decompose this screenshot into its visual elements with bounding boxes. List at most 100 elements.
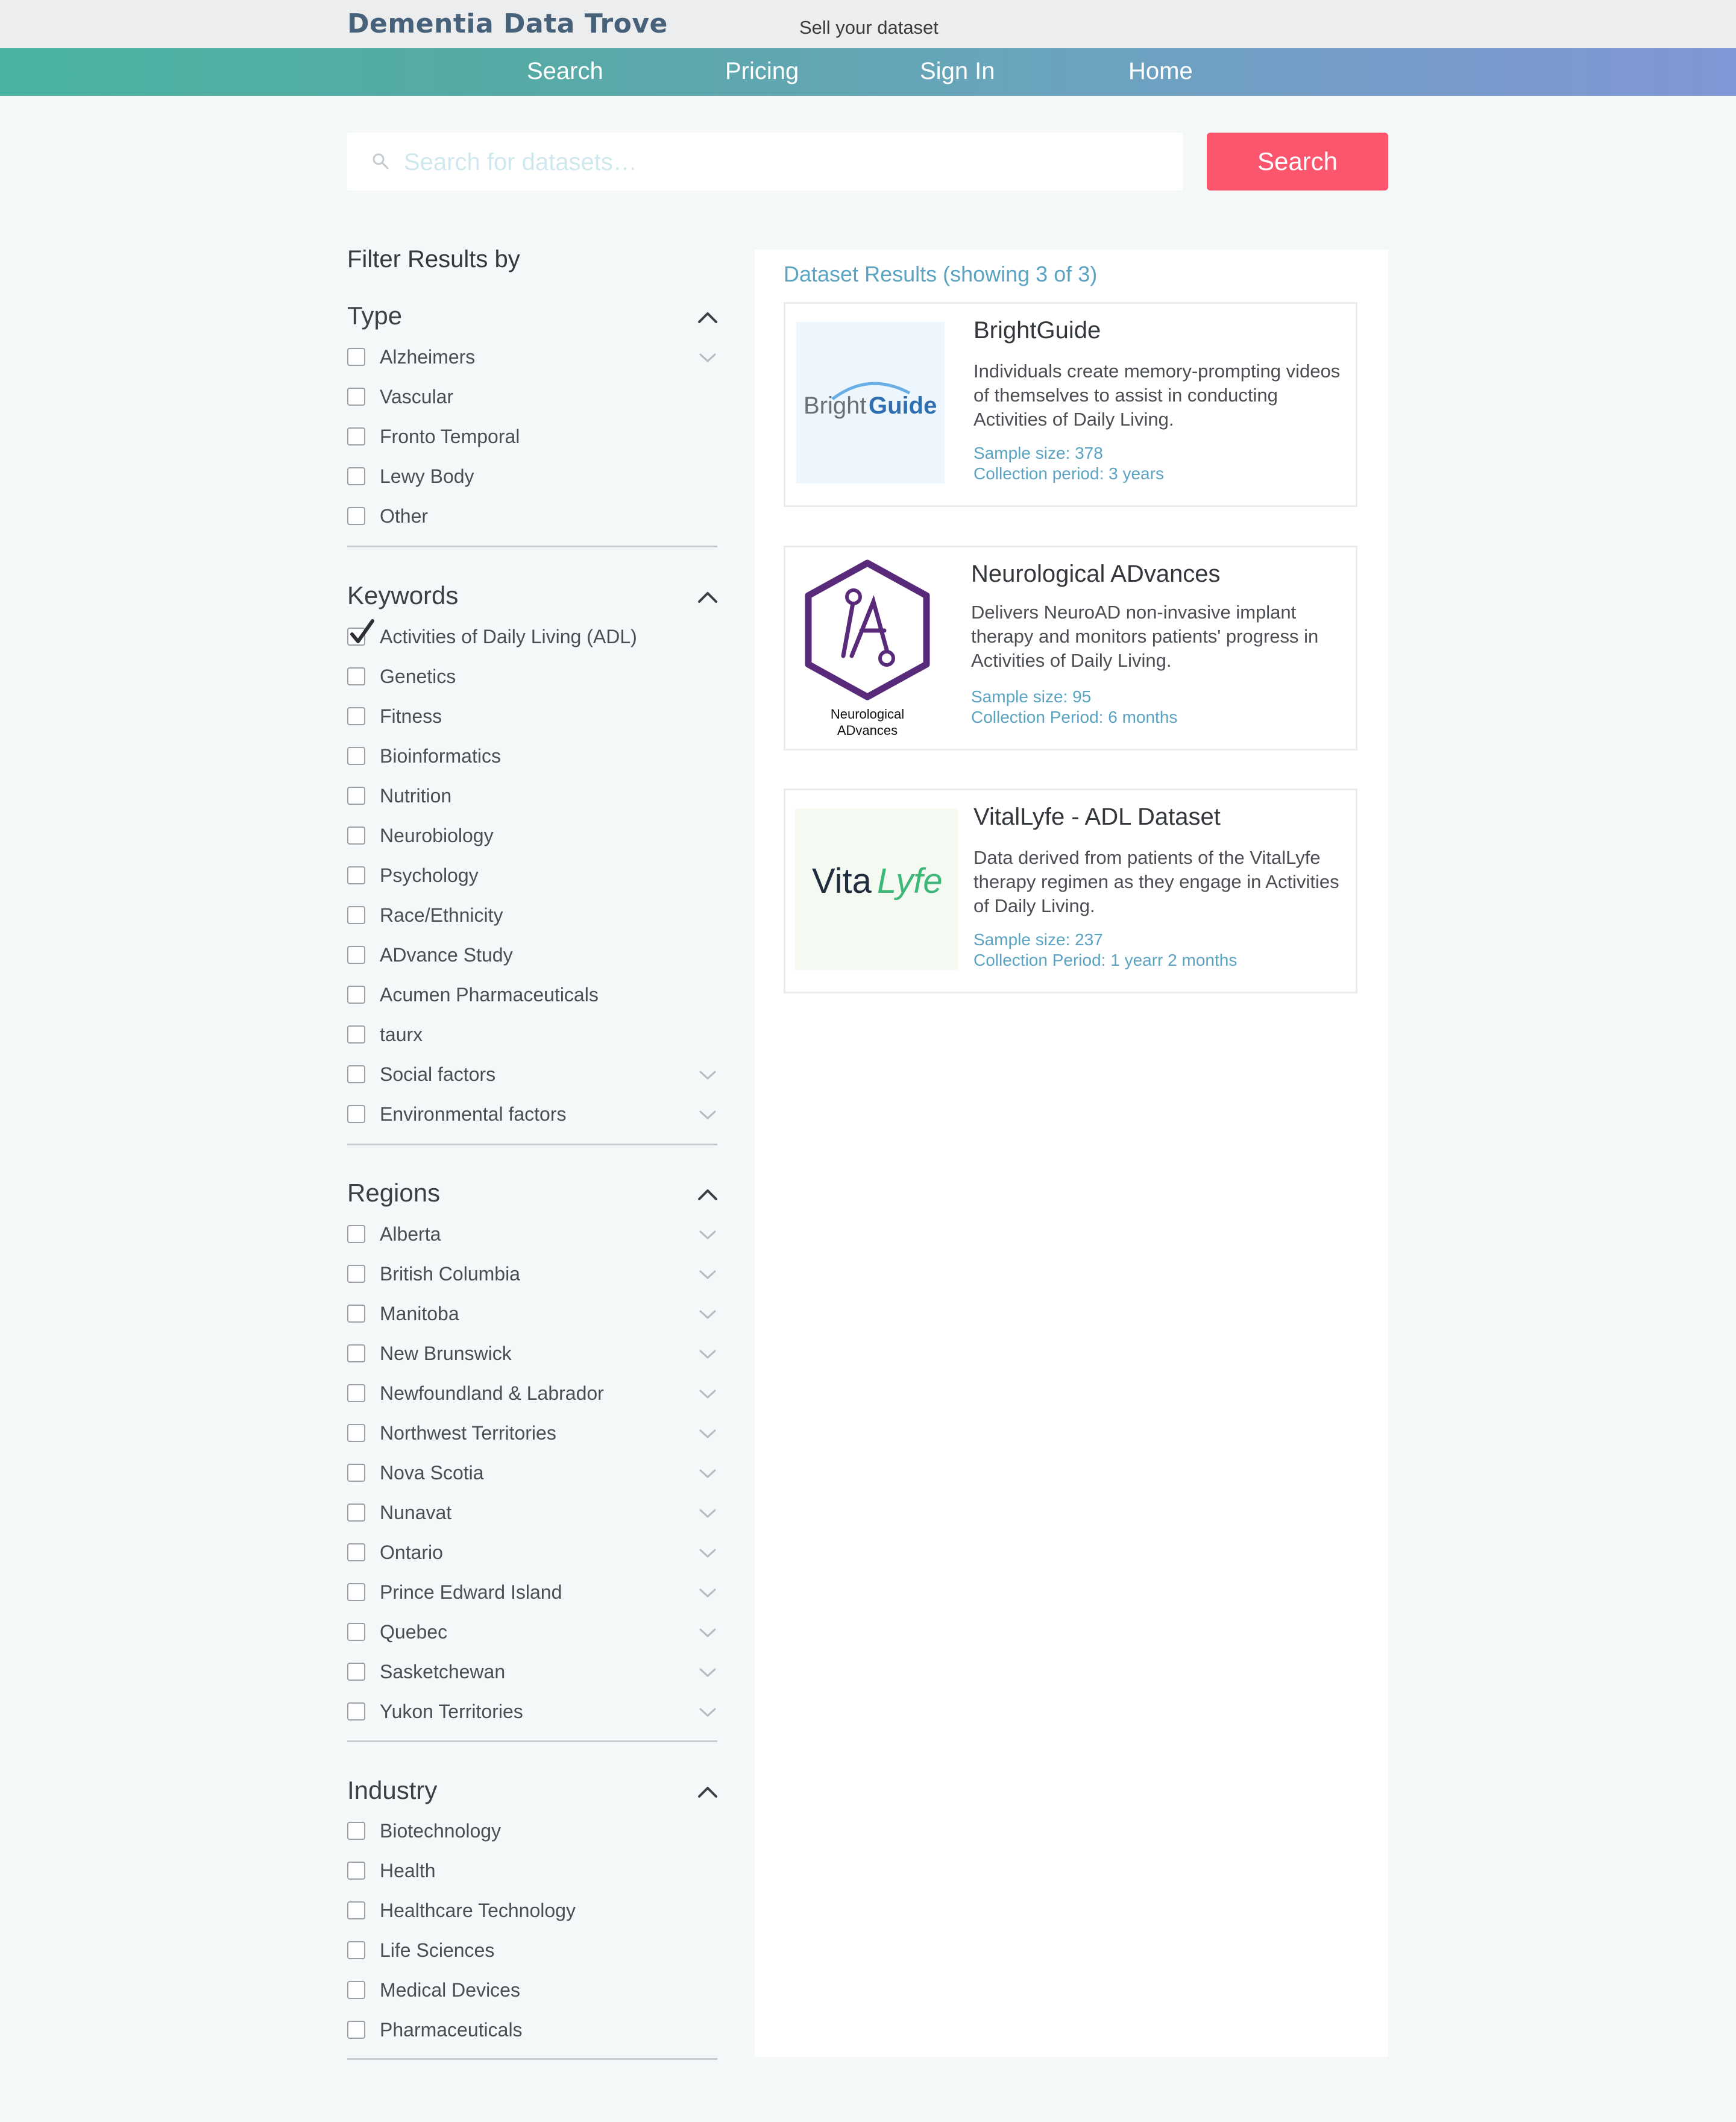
filter-option-neurobiology[interactable]: Neurobiology (347, 823, 721, 850)
checkbox[interactable] (347, 348, 365, 366)
dataset-card[interactable]: Bright Guide BrightGuide Individuals cre… (784, 302, 1357, 507)
filter-option-health[interactable]: Health (347, 1859, 721, 1885)
nav-pricing[interactable]: Pricing (725, 58, 799, 85)
checkbox[interactable] (347, 1543, 365, 1561)
chevron-down-icon[interactable] (698, 1109, 717, 1121)
search-input[interactable] (403, 143, 1165, 181)
checkbox[interactable] (347, 946, 365, 964)
checkbox[interactable] (347, 1105, 365, 1123)
checkbox[interactable] (347, 1981, 365, 1999)
dataset-title[interactable]: BrightGuide (973, 317, 1101, 344)
filter-section-title-regions[interactable]: Regions (347, 1179, 440, 1207)
checkbox[interactable] (347, 1623, 365, 1641)
filter-section-title-industry[interactable]: Industry (347, 1776, 437, 1805)
chevron-up-icon[interactable] (697, 1187, 719, 1201)
checkbox[interactable] (347, 747, 365, 765)
filter-option-fitness[interactable]: Fitness (347, 704, 721, 731)
chevron-down-icon[interactable] (698, 1069, 717, 1081)
chevron-down-icon[interactable] (698, 1508, 717, 1520)
filter-option-psychology[interactable]: Psychology (347, 863, 721, 890)
checkbox[interactable] (347, 1464, 365, 1482)
filter-option-nova-scotia[interactable]: Nova Scotia (347, 1461, 721, 1487)
search-button[interactable]: Search (1207, 133, 1388, 190)
checkbox[interactable] (347, 507, 365, 525)
checkbox[interactable] (347, 1663, 365, 1681)
checkbox[interactable] (347, 707, 365, 725)
sell-dataset-link[interactable]: Sell your dataset (799, 17, 939, 39)
filter-section-title-keywords[interactable]: Keywords (347, 581, 458, 610)
chevron-up-icon[interactable] (697, 310, 719, 324)
checkbox[interactable] (347, 427, 365, 445)
chevron-down-icon[interactable] (698, 1388, 717, 1400)
filter-option-other[interactable]: Other (347, 504, 721, 530)
filter-option-newfoundland-labrador[interactable]: Newfoundland & Labrador (347, 1381, 721, 1408)
filter-option-social-factors[interactable]: Social factors (347, 1062, 721, 1089)
filter-option-prince-edward-island[interactable]: Prince Edward Island (347, 1580, 721, 1607)
filter-option-new-brunswick[interactable]: New Brunswick (347, 1341, 721, 1368)
checkbox[interactable] (347, 1424, 365, 1442)
checkbox[interactable] (347, 1265, 365, 1283)
checkbox[interactable] (347, 388, 365, 406)
filter-option-life-sciences[interactable]: Life Sciences (347, 1938, 721, 1965)
checkbox[interactable] (347, 1862, 365, 1880)
checkbox[interactable] (347, 826, 365, 845)
filter-option-lewy-body[interactable]: Lewy Body (347, 464, 721, 491)
chevron-down-icon[interactable] (698, 1269, 717, 1281)
checkbox[interactable] (347, 2021, 365, 2039)
filter-option-pharmaceuticals[interactable]: Pharmaceuticals (347, 2018, 721, 2044)
nav-search[interactable]: Search (527, 58, 603, 85)
checkbox[interactable] (347, 1503, 365, 1522)
filter-option-ontario[interactable]: Ontario (347, 1540, 721, 1567)
filter-option-northwest-territories[interactable]: Northwest Territories (347, 1421, 721, 1447)
filter-option-alzheimers[interactable]: Alzheimers (347, 345, 721, 371)
filter-option-manitoba[interactable]: Manitoba (347, 1302, 721, 1328)
filter-option-vascular[interactable]: Vascular (347, 385, 721, 411)
filter-option-environmental-factors[interactable]: Environmental factors (347, 1102, 721, 1129)
checkbox[interactable] (347, 986, 365, 1004)
chevron-down-icon[interactable] (698, 352, 717, 364)
filter-option-sasketchewan[interactable]: Sasketchewan (347, 1660, 721, 1686)
filter-option-race-ethnicity[interactable]: Race/Ethnicity (347, 903, 721, 930)
filter-option-advance-study[interactable]: ADvance Study (347, 943, 721, 969)
checkbox[interactable] (347, 1702, 365, 1721)
filter-option-medical-devices[interactable]: Medical Devices (347, 1978, 721, 2004)
chevron-up-icon[interactable] (697, 1784, 719, 1799)
chevron-down-icon[interactable] (698, 1229, 717, 1241)
checkbox[interactable] (347, 1305, 365, 1323)
filter-option-acumen-pharmaceuticals[interactable]: Acumen Pharmaceuticals (347, 983, 721, 1009)
nav-home[interactable]: Home (1128, 58, 1193, 85)
chevron-down-icon[interactable] (698, 1627, 717, 1639)
checkbox[interactable] (347, 1901, 365, 1919)
filter-option-biotechnology[interactable]: Biotechnology (347, 1819, 721, 1845)
checkbox[interactable] (347, 1941, 365, 1959)
checkbox[interactable] (347, 1025, 365, 1044)
filter-option-yukon-territories[interactable]: Yukon Territories (347, 1699, 721, 1726)
chevron-down-icon[interactable] (698, 1707, 717, 1719)
filter-section-title-type[interactable]: Type (347, 301, 402, 330)
chevron-down-icon[interactable] (698, 1468, 717, 1480)
filter-option-genetics[interactable]: Genetics (347, 664, 721, 691)
filter-option-taurx[interactable]: taurx (347, 1022, 721, 1049)
brand-logo[interactable]: Dementia Data Trove (347, 8, 668, 39)
chevron-down-icon[interactable] (698, 1667, 717, 1679)
checkbox[interactable] (347, 1384, 365, 1402)
filter-option-activities-of-daily-living-adl[interactable]: Activities of Daily Living (ADL) (347, 619, 721, 651)
checkbox[interactable] (347, 467, 365, 485)
chevron-down-icon[interactable] (698, 1349, 717, 1361)
chevron-down-icon[interactable] (698, 1587, 717, 1599)
filter-option-british-columbia[interactable]: British Columbia (347, 1262, 721, 1288)
checkbox[interactable] (347, 1344, 365, 1362)
checkbox[interactable] (347, 1583, 365, 1601)
filter-option-nutrition[interactable]: Nutrition (347, 784, 721, 810)
chevron-down-icon[interactable] (698, 1547, 717, 1560)
nav-sign-in[interactable]: Sign In (920, 58, 995, 85)
filter-option-quebec[interactable]: Quebec (347, 1620, 721, 1646)
checkbox[interactable] (347, 1225, 365, 1243)
filter-option-alberta[interactable]: Alberta (347, 1222, 721, 1248)
dataset-card[interactable]: Vita Lyfe VitalLyfe - ADL Dataset Data d… (784, 789, 1357, 993)
checkbox[interactable] (347, 906, 365, 924)
chevron-down-icon[interactable] (698, 1428, 717, 1440)
filter-option-nunavat[interactable]: Nunavat (347, 1500, 721, 1527)
filter-option-fronto-temporal[interactable]: Fronto Temporal (347, 424, 721, 451)
dataset-title[interactable]: Neurological ADvances (971, 561, 1221, 588)
